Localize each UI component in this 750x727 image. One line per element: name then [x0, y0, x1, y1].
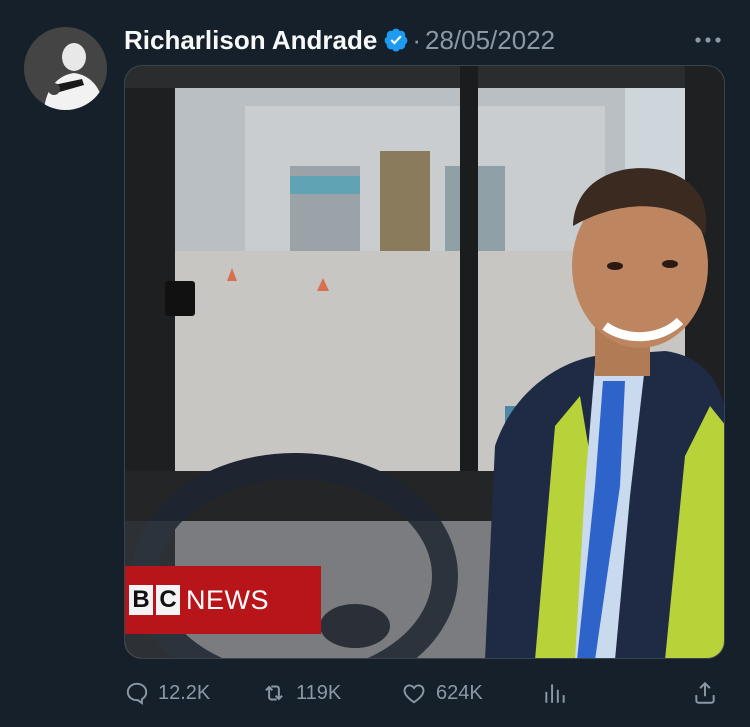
bbc-news-label: NEWS — [186, 584, 269, 615]
tweet: Richarlison Andrade · 28/05/2022 B C NEW… — [0, 0, 750, 727]
bbc-news-overlay: B C NEWS — [125, 566, 321, 634]
like-count: 624K — [436, 681, 483, 704]
views-button[interactable] — [542, 674, 576, 712]
bbc-logo-letter-c: C — [156, 585, 180, 615]
like-button[interactable]: 624K — [400, 674, 483, 712]
avatar[interactable] — [24, 27, 107, 110]
bbc-logo-letter-b: B — [129, 585, 153, 615]
reply-count: 12.2K — [158, 681, 211, 704]
header-separator: · — [412, 24, 421, 55]
verified-badge-icon — [383, 27, 409, 53]
retweet-button[interactable]: 119K — [260, 674, 341, 712]
reply-icon — [126, 682, 148, 705]
tweet-actions: 12.2K 119K 624K — [124, 674, 726, 712]
share-icon — [695, 681, 715, 704]
tweet-header: Richarlison Andrade · 28/05/2022 — [124, 22, 555, 58]
author-name[interactable]: Richarlison Andrade — [124, 25, 377, 56]
avatar-photo — [24, 27, 107, 110]
like-icon — [403, 684, 425, 704]
views-icon — [545, 684, 565, 703]
tweet-date[interactable]: 28/05/2022 — [425, 25, 555, 56]
retweet-icon — [265, 685, 283, 701]
more-options-icon[interactable] — [692, 28, 724, 52]
share-button[interactable] — [692, 674, 726, 712]
retweet-count: 119K — [296, 681, 342, 704]
reply-button[interactable]: 12.2K — [124, 674, 210, 712]
tweet-media[interactable]: B C NEWS — [124, 65, 725, 659]
